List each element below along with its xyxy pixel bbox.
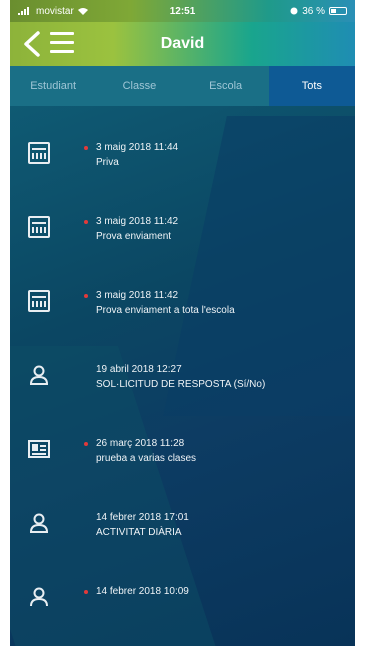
notification-list: 3 maig 2018 11:44 Priva 3 maig 2018 11:4…: [10, 106, 355, 646]
phone-screen: movistar 12:51 36 % David Estudiant Clas…: [10, 0, 355, 646]
unread-dot: [84, 220, 88, 224]
battery-icon: [329, 7, 347, 15]
message-icon: [28, 290, 50, 312]
list-item[interactable]: 26 març 2018 11:28 prueba a varias clase…: [10, 432, 355, 502]
notification-date: 26 març 2018 11:28: [96, 438, 185, 449]
app-header: David: [10, 22, 355, 66]
notification-subject: SOL·LICITUD DE RESPOSTA (Sí/No): [96, 379, 266, 390]
tab-escola[interactable]: Escola: [183, 66, 269, 106]
list-item[interactable]: 14 febrer 2018 10:09: [10, 580, 355, 646]
notification-date: 14 febrer 2018 10:09: [96, 586, 189, 597]
notification-date: 3 maig 2018 11:42: [96, 290, 179, 301]
carrier-label: movistar: [36, 5, 74, 17]
tab-bar: Estudiant Classe Escola Tots: [10, 66, 355, 106]
status-left: movistar: [18, 6, 128, 17]
tab-tots[interactable]: Tots: [268, 66, 355, 106]
id-card-icon: [28, 438, 50, 460]
person-icon: [28, 364, 50, 386]
list-item[interactable]: 3 maig 2018 11:42 Prova enviament: [10, 210, 355, 280]
list-item[interactable]: 3 maig 2018 11:44 Priva: [10, 136, 355, 206]
page-title: David: [160, 35, 205, 52]
notification-subject: ACTIVITAT DIÀRIA: [96, 527, 182, 538]
message-icon: [28, 142, 50, 164]
notification-date: 19 abril 2018 12:27: [96, 364, 182, 375]
notification-subject: prueba a varias clases: [96, 453, 197, 464]
notification-date: 3 maig 2018 11:44: [96, 142, 179, 153]
battery-percent: 36 %: [302, 5, 325, 17]
notification-subject: Prova enviament: [96, 231, 172, 242]
notification-date: 3 maig 2018 11:42: [96, 216, 179, 227]
notification-date: 14 febrer 2018 17:01: [96, 512, 189, 523]
person-icon: [28, 512, 50, 534]
unread-dot: [84, 442, 88, 446]
moon-icon: [290, 7, 298, 15]
list-item[interactable]: 3 maig 2018 11:42 Prova enviament a tota…: [10, 284, 355, 354]
list-item[interactable]: 14 febrer 2018 17:01 ACTIVITAT DIÀRIA: [10, 506, 355, 576]
signal-icon: [18, 7, 32, 15]
message-icon: [28, 216, 50, 238]
wifi-icon: [77, 8, 88, 15]
notification-subject: Priva: [96, 157, 119, 168]
tab-classe[interactable]: Classe: [96, 66, 182, 106]
list-item[interactable]: 19 abril 2018 12:27 SOL·LICITUD DE RESPO…: [10, 358, 355, 428]
tab-estudiant[interactable]: Estudiant: [10, 66, 96, 106]
status-time: 12:51: [169, 5, 196, 17]
status-bar: movistar 12:51 36 %: [10, 0, 355, 22]
unread-dot: [84, 146, 88, 150]
person-icon: [28, 586, 50, 608]
unread-dot: [84, 590, 88, 594]
unread-dot: [84, 294, 88, 298]
notification-subject: Prova enviament a tota l'escola: [96, 305, 235, 316]
status-right: 36 %: [237, 6, 347, 17]
